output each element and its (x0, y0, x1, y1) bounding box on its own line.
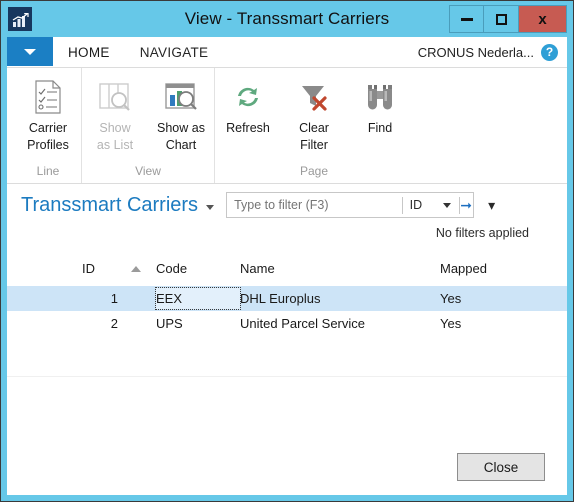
document-checklist-icon (34, 76, 62, 118)
filter-bar: Transsmart Carriers ID ➞ ▾ (7, 184, 567, 226)
show-as-chart-label-2: Chart (165, 138, 197, 152)
column-header-mapped[interactable]: Mapped (440, 261, 530, 276)
close-button[interactable]: Close (457, 453, 545, 481)
company-indicator: CRONUS Nederla... ? (418, 37, 567, 67)
carrier-profiles-button[interactable]: Carrier Profiles (15, 76, 81, 161)
ribbon-group-label-page: Page (214, 161, 413, 183)
clear-filter-label-2: Filter (300, 138, 328, 152)
find-button[interactable]: Find (347, 76, 413, 161)
ribbon-group-label-view: View (81, 161, 214, 183)
filter-field-value[interactable]: ID (403, 198, 443, 212)
cell-code-focused[interactable]: EEX (150, 287, 241, 310)
tab-navigate[interactable]: NAVIGATE (125, 37, 224, 67)
minimize-icon (460, 17, 473, 21)
column-header-id[interactable]: ID (7, 261, 122, 276)
window-body: HOME NAVIGATE CRONUS Nederla... ? Carrie… (7, 37, 567, 495)
show-as-list-label-1: Show (99, 121, 131, 135)
clear-filter-label-1: Clear (299, 121, 329, 135)
close-window-button[interactable]: x (519, 5, 567, 33)
clear-filter-button[interactable]: Clear Filter (281, 76, 347, 161)
page-title-caret-icon[interactable] (206, 204, 215, 210)
cell-name[interactable]: United Parcel Service (240, 316, 440, 331)
ribbon: Carrier Profiles Line Show as List Show … (7, 67, 567, 184)
show-as-chart-button[interactable]: Show as Chart (148, 76, 214, 161)
window-controls: x (449, 5, 567, 33)
cell-id[interactable]: 2 (7, 316, 122, 331)
list-search-icon (98, 76, 132, 118)
company-name: CRONUS Nederla... (417, 44, 534, 60)
maximize-button[interactable] (484, 5, 519, 33)
show-as-chart-label-1: Show as (157, 121, 205, 135)
cell-mapped[interactable]: Yes (440, 316, 530, 331)
search-input[interactable] (227, 193, 403, 217)
chevron-down-icon[interactable] (442, 202, 451, 208)
show-as-list-button[interactable]: Show as List (82, 76, 148, 161)
page-title: Transsmart Carriers (21, 193, 199, 216)
binoculars-icon (364, 76, 396, 118)
tab-home[interactable]: HOME (53, 37, 125, 67)
table-row[interactable]: 1 EEX DHL Europlus Yes (7, 286, 567, 311)
ribbon-tabstrip: HOME NAVIGATE CRONUS Nederla... ? (7, 37, 567, 67)
expand-filter-pane-icon[interactable]: ▾ (488, 197, 495, 214)
dialog-footer: Close (7, 439, 567, 495)
chart-search-icon (164, 76, 198, 118)
cell-mapped[interactable]: Yes (440, 291, 530, 306)
maximize-icon (495, 13, 507, 25)
show-as-list-label-2: as List (96, 138, 134, 152)
refresh-icon (232, 76, 264, 118)
arrow-right-icon[interactable]: ➞ (459, 197, 473, 214)
ribbon-group-view: Show as List Show as Chart View (81, 68, 214, 183)
title-bar: View - Transsmart Carriers x (1, 1, 573, 37)
column-header-code[interactable]: Code (150, 261, 240, 276)
minimize-button[interactable] (449, 5, 484, 33)
grid-header-row: ID Code Name Mapped (7, 252, 567, 286)
ribbon-group-label-line: Line (36, 164, 60, 178)
application-window: View - Transsmart Carriers x HOME NAVIGA… (0, 0, 574, 502)
ribbon-group-page: Refresh Clear Filter Find Page (214, 68, 413, 183)
carrier-profiles-label-2: Profiles (27, 138, 69, 152)
cell-code[interactable]: UPS (150, 316, 240, 331)
refresh-label: Refresh (226, 121, 270, 135)
help-icon[interactable]: ? (541, 43, 558, 61)
application-menu-button[interactable] (7, 37, 53, 67)
cell-name[interactable]: DHL Europlus (240, 291, 440, 306)
ribbon-group-line: Carrier Profiles Line (15, 68, 81, 183)
data-grid: ID Code Name Mapped 1 EEX DHL Europlus Y… (7, 252, 567, 439)
filter-box: ID ➞ (226, 192, 475, 218)
cell-id[interactable]: 1 (7, 291, 122, 306)
table-row[interactable]: 2 UPS United Parcel Service Yes (7, 311, 567, 336)
filter-status: No filters applied (435, 226, 529, 240)
cell-code-value: EEX (155, 287, 241, 310)
column-header-name[interactable]: Name (240, 261, 440, 276)
find-label: Find (367, 121, 393, 135)
refresh-button[interactable]: Refresh (215, 76, 281, 161)
sort-ascending-icon (122, 265, 150, 272)
chevron-down-icon (24, 49, 36, 55)
clear-filter-icon (298, 76, 330, 118)
carrier-profiles-label-1: Carrier (28, 121, 68, 135)
grid-bottom-divider (7, 376, 567, 377)
